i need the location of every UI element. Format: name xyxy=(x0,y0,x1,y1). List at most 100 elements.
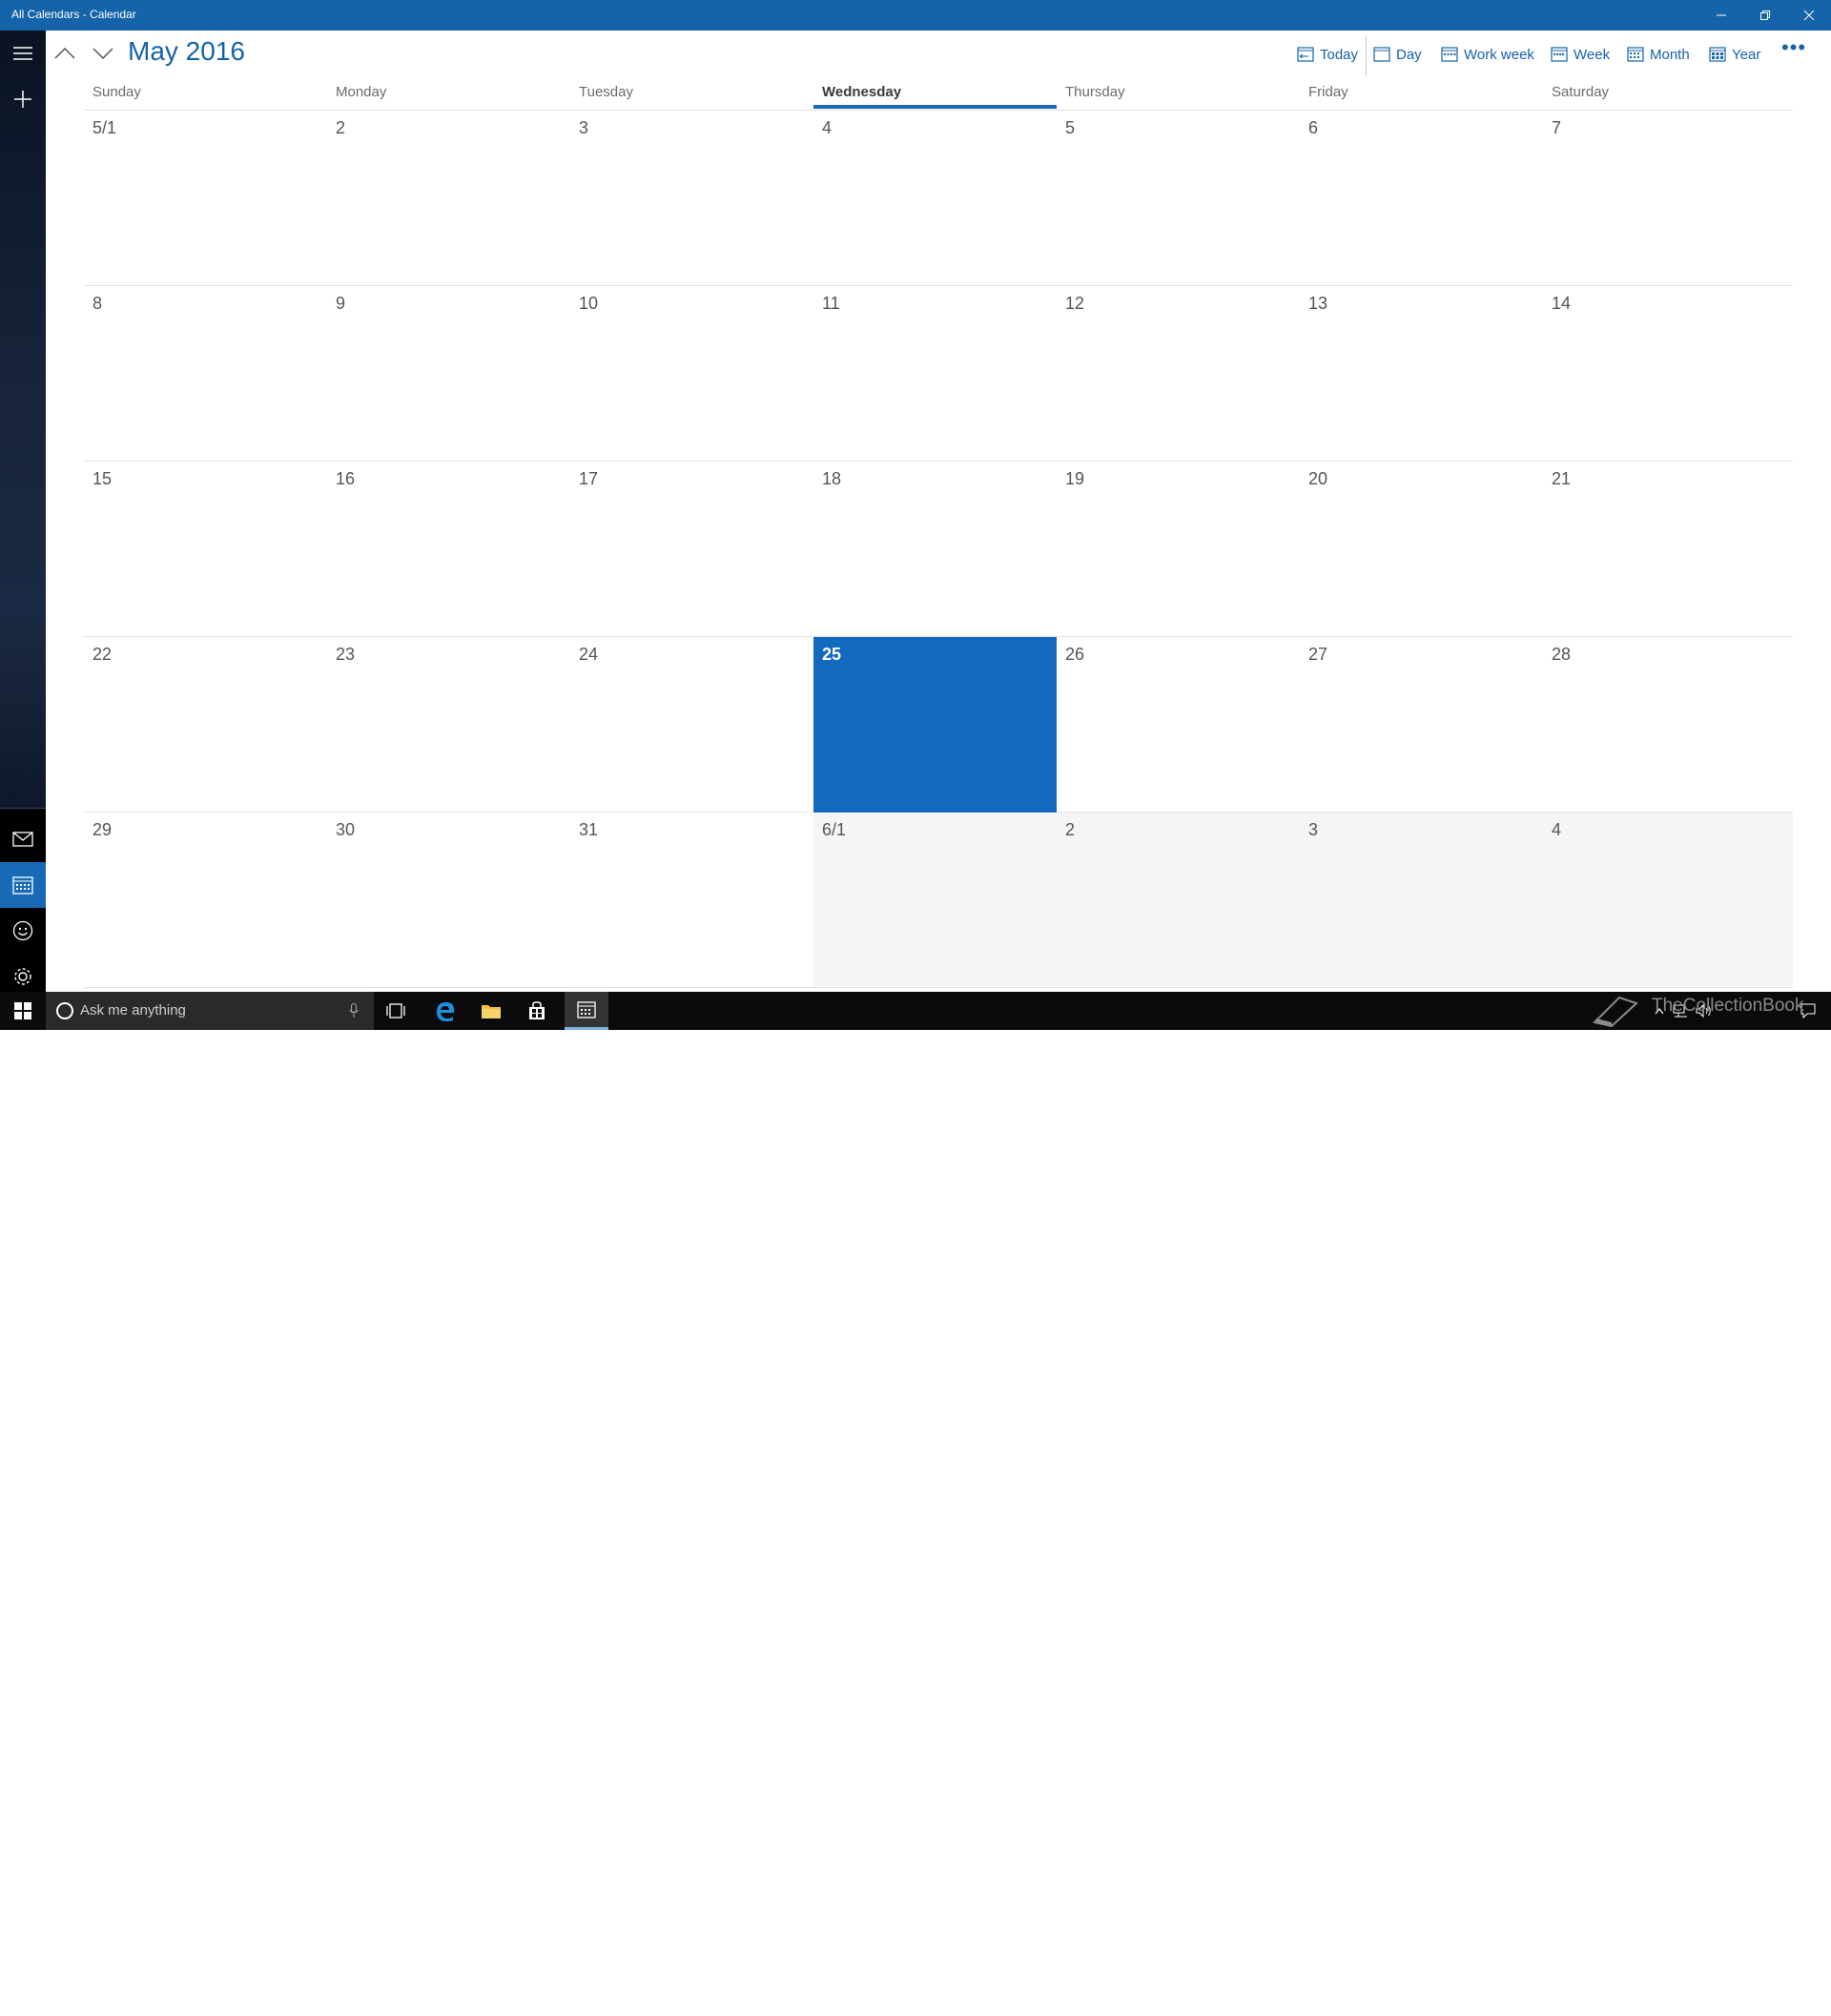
week-view-icon xyxy=(1551,47,1568,62)
day-view-icon xyxy=(1373,47,1390,62)
smiley-icon xyxy=(12,920,33,941)
day-cell[interactable]: 10 xyxy=(570,286,813,462)
restore-button[interactable] xyxy=(1743,0,1787,31)
hamburger-menu-button[interactable] xyxy=(0,31,46,76)
day-number: 29 xyxy=(93,820,113,839)
store-icon xyxy=(529,1001,545,1019)
next-month-button[interactable] xyxy=(86,36,120,71)
day-number: 6/1 xyxy=(822,820,847,839)
day-cell[interactable]: 26 xyxy=(1057,637,1300,813)
day-cell[interactable]: 24 xyxy=(570,637,813,813)
watermark-book-icon xyxy=(1593,996,1638,1028)
day-number: 15 xyxy=(93,469,113,488)
chevron-down-icon xyxy=(93,48,113,59)
start-button[interactable] xyxy=(0,992,46,1030)
day-cell[interactable]: 20 xyxy=(1300,462,1543,637)
week-view-button[interactable]: Week xyxy=(1551,44,1610,65)
file-explorer-taskbar-button[interactable] xyxy=(469,992,513,1030)
day-cell[interactable]: 4 xyxy=(813,111,1057,286)
day-cell[interactable]: 3 xyxy=(1300,813,1543,988)
close-button[interactable] xyxy=(1787,0,1831,31)
navigation-rail xyxy=(0,31,46,992)
taskbar: Ask me anything 9:33 AM 5/25/2016 xyxy=(0,992,1831,2014)
day-number: 21 xyxy=(1552,469,1572,488)
day-number: 10 xyxy=(579,294,599,313)
day-number: 23 xyxy=(336,645,356,664)
day-cell[interactable]: 29 xyxy=(84,813,327,988)
week-view-label: Week xyxy=(1574,46,1611,63)
day-cell[interactable]: 12 xyxy=(1057,286,1300,462)
day-cell[interactable]: 9 xyxy=(327,286,570,462)
day-number: 13 xyxy=(1308,294,1328,313)
cortana-icon xyxy=(56,1002,73,1019)
weekday-tuesday: Tuesday xyxy=(579,84,633,100)
day-cell[interactable]: 3 xyxy=(570,111,813,286)
day-cell[interactable]: 2 xyxy=(327,111,570,286)
day-cell[interactable]: 13 xyxy=(1300,286,1543,462)
previous-month-button[interactable] xyxy=(48,36,82,71)
weekday-thursday: Thursday xyxy=(1065,84,1125,100)
day-cell[interactable]: 6/1 xyxy=(813,813,1057,988)
day-cell[interactable]: 6 xyxy=(1300,111,1543,286)
day-cell[interactable]: 22 xyxy=(84,637,327,813)
weekday-wednesday: Wednesday xyxy=(813,84,1057,109)
day-number: 3 xyxy=(1308,820,1319,839)
day-cell[interactable]: 17 xyxy=(570,462,813,637)
day-cell[interactable]: 4 xyxy=(1543,813,1793,988)
day-number: 24 xyxy=(579,645,599,664)
day-number: 14 xyxy=(1552,294,1572,313)
day-number: 2 xyxy=(1065,820,1076,839)
more-options-button[interactable]: ••• xyxy=(1781,37,1806,58)
minimize-button[interactable] xyxy=(1699,0,1743,31)
day-cell[interactable]: 30 xyxy=(327,813,570,988)
calendar-taskbar-button[interactable] xyxy=(565,992,608,1030)
mail-button[interactable] xyxy=(0,816,46,862)
day-number: 25 xyxy=(822,645,842,664)
day-view-button[interactable]: Day xyxy=(1373,44,1422,65)
task-view-button[interactable] xyxy=(374,992,418,1030)
taskbar-clock[interactable]: 9:33 AM 5/25/2016 xyxy=(1717,1987,1787,2016)
day-view-label: Day xyxy=(1396,46,1422,63)
day-cell[interactable]: 19 xyxy=(1057,462,1300,637)
day-cell[interactable]: 18 xyxy=(813,462,1057,637)
day-cell[interactable]: 31 xyxy=(570,813,813,988)
feedback-button[interactable] xyxy=(0,908,46,954)
day-cell[interactable]: 16 xyxy=(327,462,570,637)
day-cell[interactable]: 23 xyxy=(327,637,570,813)
day-cell[interactable]: 15 xyxy=(84,462,327,637)
day-number: 2 xyxy=(336,118,346,137)
day-cell[interactable]: 28 xyxy=(1543,637,1793,813)
day-cell[interactable]: 21 xyxy=(1543,462,1793,637)
day-cell[interactable]: 7 xyxy=(1543,111,1793,286)
new-event-button[interactable] xyxy=(0,76,46,122)
title-bar: All Calendars - Calendar xyxy=(0,0,1831,31)
store-taskbar-button[interactable] xyxy=(515,992,559,1030)
day-number: 3 xyxy=(579,118,589,137)
edge-taskbar-button[interactable] xyxy=(423,992,467,1030)
today-icon xyxy=(1297,47,1314,62)
day-number: 26 xyxy=(1065,645,1085,664)
day-cell[interactable]: 5/1 xyxy=(84,111,327,286)
day-cell[interactable]: 5 xyxy=(1057,111,1300,286)
day-number: 4 xyxy=(822,118,833,137)
day-cell-today[interactable]: 25 xyxy=(813,637,1057,813)
today-button[interactable]: Today xyxy=(1297,44,1358,65)
month-view-icon xyxy=(1627,47,1644,62)
day-cell[interactable]: 11 xyxy=(813,286,1057,462)
day-number: 5/1 xyxy=(93,118,117,137)
day-cell[interactable]: 27 xyxy=(1300,637,1543,813)
day-cell[interactable]: 2 xyxy=(1057,813,1300,988)
year-view-button[interactable]: Year xyxy=(1709,44,1760,65)
search-box[interactable]: Ask me anything xyxy=(46,992,374,1030)
work-week-view-button[interactable]: Work week xyxy=(1441,44,1534,65)
day-cell[interactable]: 14 xyxy=(1543,286,1793,462)
clock-time: 9:33 AM xyxy=(1732,1988,1772,2000)
day-cell[interactable]: 8 xyxy=(84,286,327,462)
month-view-button[interactable]: Month xyxy=(1627,44,1690,65)
task-view-icon xyxy=(386,1003,405,1018)
day-number: 5 xyxy=(1065,118,1076,137)
month-title[interactable]: May 2016 xyxy=(128,36,245,67)
restore-icon xyxy=(1760,10,1770,20)
calendar-app-button[interactable] xyxy=(0,862,46,908)
day-number: 28 xyxy=(1552,645,1572,664)
